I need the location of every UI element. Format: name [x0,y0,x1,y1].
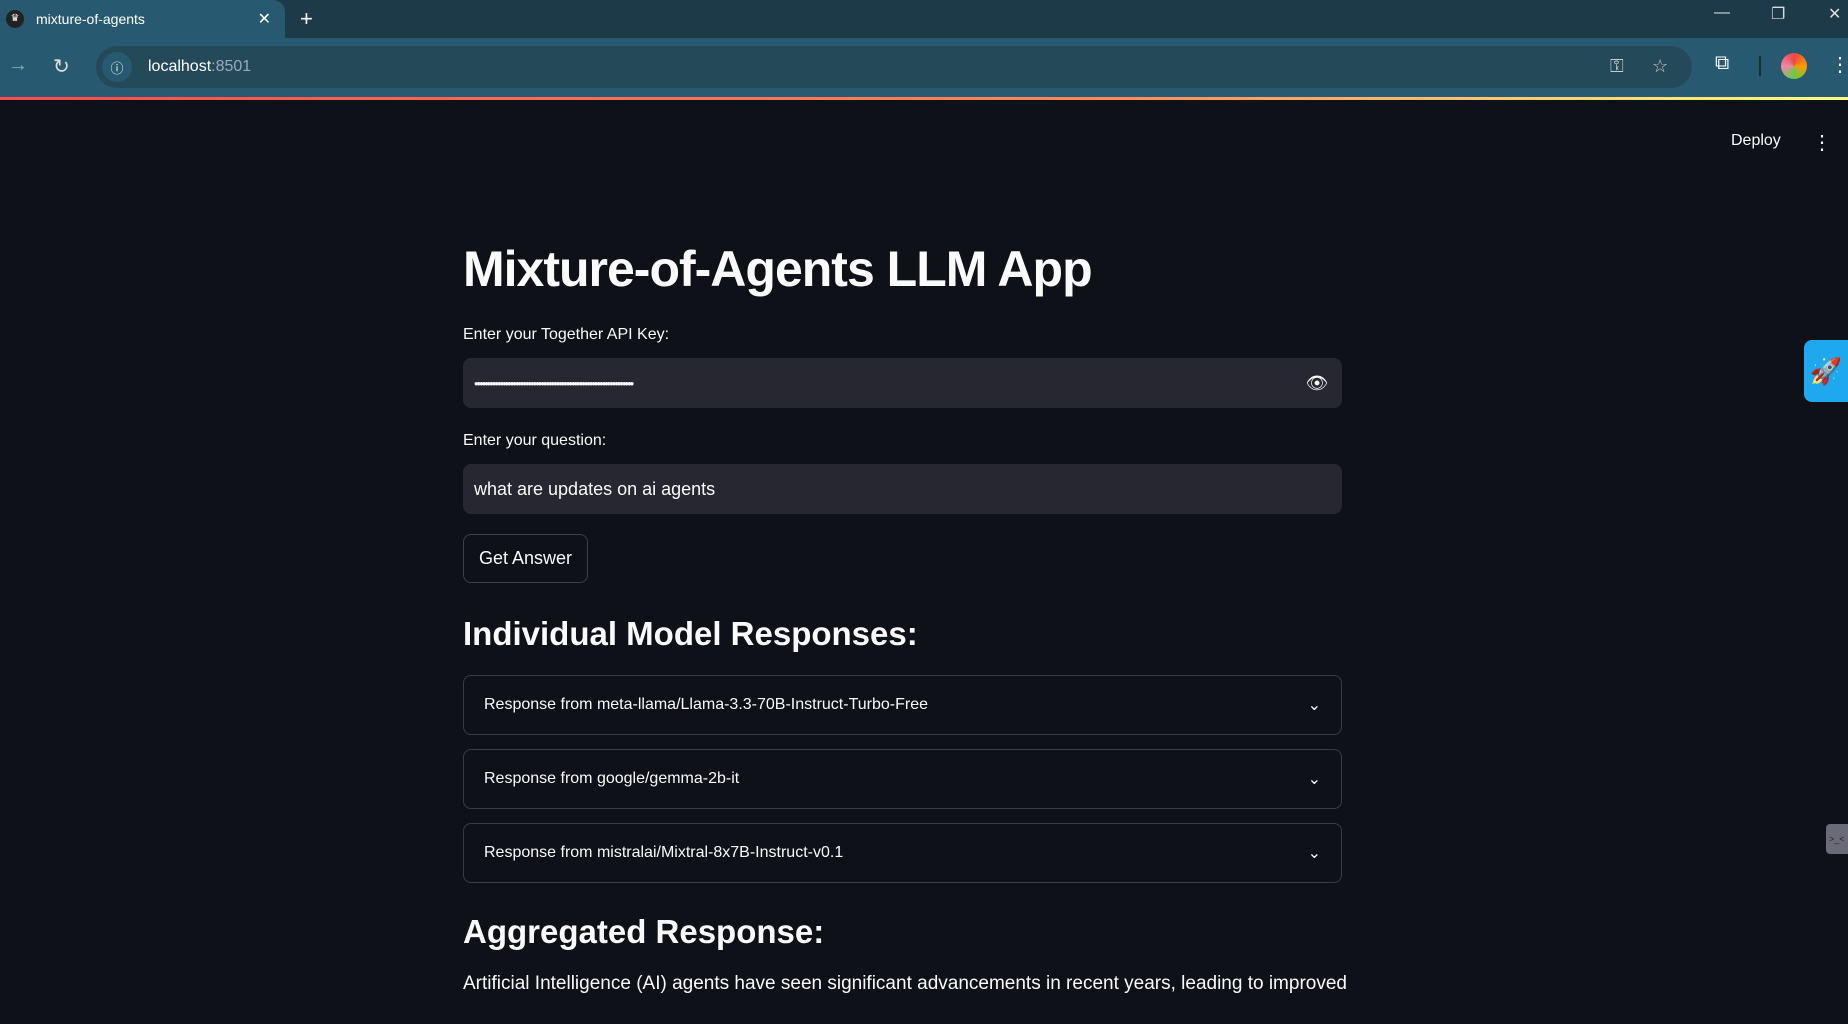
get-answer-button[interactable]: Get Answer [463,534,589,583]
response-expander[interactable]: Response from meta-llama/Llama-3.3-70B-I… [463,675,1342,735]
tab-title: mixture-of-agents [36,11,145,27]
expander-label: Response from google/gemma-2b-it [484,770,740,787]
new-tab-icon[interactable]: + [300,6,313,32]
question-input[interactable]: what are updates on ai agents [463,464,1342,514]
browser-menu-icon[interactable]: ⋮ [1830,52,1848,77]
expander-label: Response from meta-llama/Llama-3.3-70B-I… [484,696,929,713]
api-key-input[interactable]: ••••••••••••••••••••••••••••••••••••••••… [463,358,1342,408]
extensions-icon[interactable]: ⧉ [1715,52,1729,75]
browser-tab[interactable]: ♛ mixture-of-agents ✕ [0,0,285,38]
key-icon[interactable]: ⚿ [1610,56,1624,77]
chevron-down-icon: ⌄ [1307,845,1321,862]
close-window-icon[interactable]: ✕ [1828,4,1841,24]
streamlit-decoration-bar [0,97,1848,100]
floating-widget-icon[interactable]: >_< [1826,824,1848,854]
bookmark-star-icon[interactable]: ☆ [1652,56,1668,77]
browser-tab-strip: ♛ mixture-of-agents ✕ + — ❐ ✕ [0,0,1848,38]
individual-responses-heading: Individual Model Responses: [463,615,918,652]
question-label: Enter your question: [463,432,607,449]
site-info-icon[interactable]: ⓘ [102,52,132,82]
aggregated-response-text: Artificial Intelligence (AI) agents have… [463,973,1347,994]
main-content: Mixture-of-Agents LLM App Enter your Tog… [463,240,1347,995]
chevron-down-icon: ⌄ [1307,697,1321,714]
forward-icon[interactable]: → [8,54,28,77]
restore-icon[interactable]: ❐ [1771,4,1785,24]
address-toolbar: → ↻ ⓘ localhost:8501 ⚿ ☆ ⧉ ⋮ [0,38,1848,97]
profile-avatar[interactable] [1781,53,1807,79]
response-expander[interactable]: Response from google/gemma-2b-it ⌄ [463,749,1342,809]
show-password-eye-icon[interactable]: 👁 [1303,373,1331,394]
deploy-button[interactable]: Deploy [1731,132,1781,150]
close-tab-icon[interactable]: ✕ [258,9,271,29]
reload-icon[interactable]: ↻ [53,54,70,79]
minimize-icon[interactable]: — [1714,4,1730,22]
rocket-extension-icon[interactable]: 🚀 [1804,340,1848,402]
main-menu-icon[interactable]: ⋮ [1812,130,1832,155]
url-text: localhost:8501 [148,58,252,75]
api-key-value: ••••••••••••••••••••••••••••••••••••••••… [474,375,634,391]
response-expander[interactable]: Response from mistralai/Mixtral-8x7B-Ins… [463,823,1342,883]
aggregated-response-heading: Aggregated Response: [463,913,825,950]
page-title: Mixture-of-Agents LLM App [463,241,1093,297]
address-bar[interactable]: ⓘ localhost:8501 ⚿ ☆ [96,46,1692,88]
expander-label: Response from mistralai/Mixtral-8x7B-Ins… [484,844,844,861]
api-key-label: Enter your Together API Key: [463,326,670,343]
question-value: what are updates on ai agents [474,478,716,499]
chevron-down-icon: ⌄ [1307,771,1321,788]
toolbar-divider [1759,56,1761,76]
streamlit-crown-icon: ♛ [6,10,24,28]
